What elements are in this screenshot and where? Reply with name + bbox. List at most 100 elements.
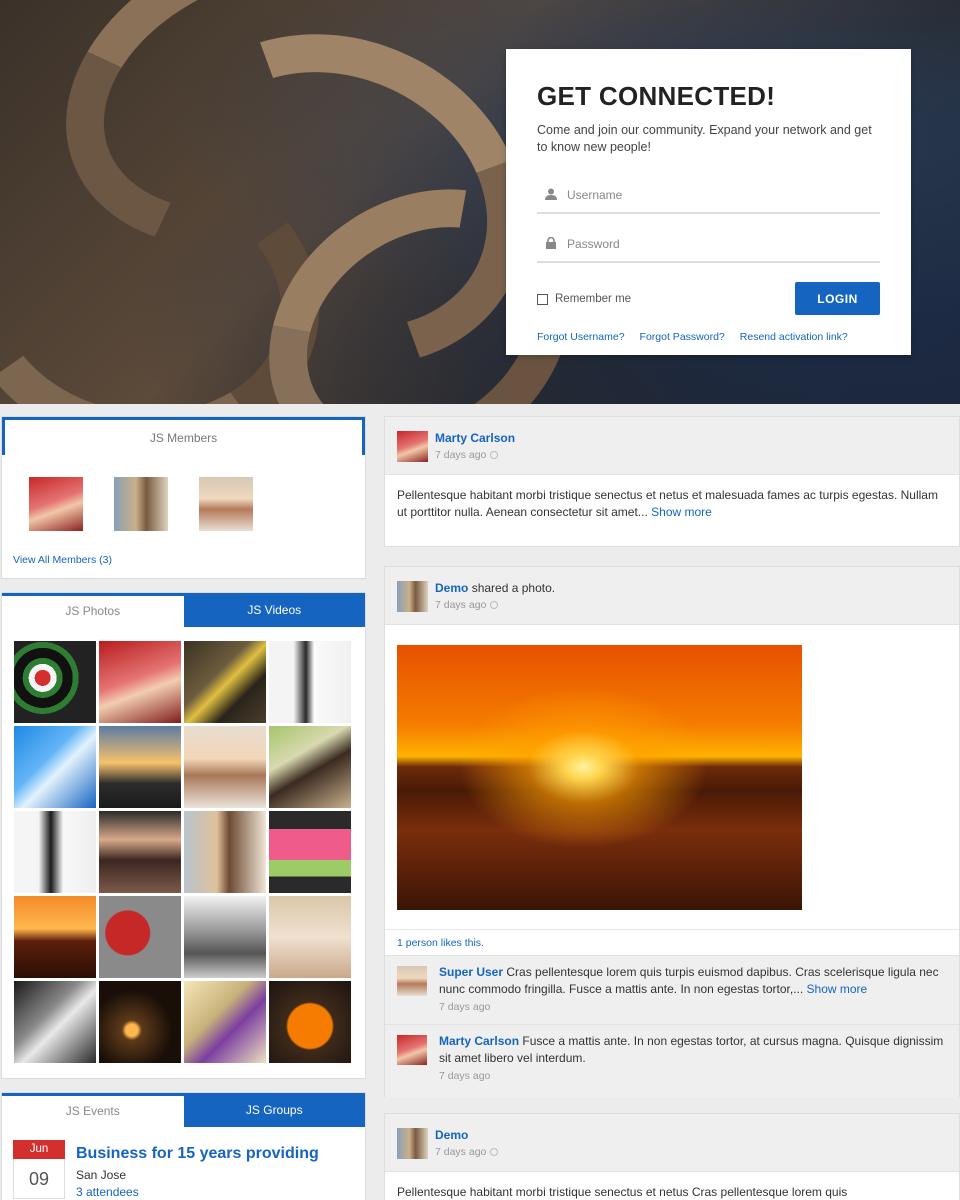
avatar[interactable] [29,477,83,531]
photo-thumbnail[interactable] [99,896,181,978]
comment-text: Super User Cras pellentesque lorem quis … [439,964,949,1016]
avatar[interactable] [397,431,428,462]
photo-thumbnail[interactable] [184,726,266,808]
login-intro: Come and join our community. Expand your… [537,123,872,154]
resend-activation-link[interactable]: Resend activation link? [740,331,848,343]
post-body: Pellentesque habitant morbi tristique se… [385,475,959,533]
lock-icon [546,237,556,249]
author-link[interactable]: Demo [435,581,468,595]
photo-thumbnail[interactable] [99,726,181,808]
photo-thumbnail[interactable] [184,896,266,978]
media-tabs: JS Photos JS Videos [2,593,365,627]
comment-author-link[interactable]: Marty Carlson [439,1034,519,1048]
event-month: Jun [13,1140,65,1159]
avatar[interactable] [114,477,168,531]
forgot-password-link[interactable]: Forgot Password? [640,331,725,343]
username-field [537,178,880,214]
login-actions: Remember me LOGIN [537,282,880,316]
user-icon [545,188,557,200]
view-all-members-link[interactable]: View All Members (3) [13,554,112,566]
photo-thumbnail[interactable] [99,641,181,723]
post-action: shared a photo. [471,581,556,595]
avatar[interactable] [397,1128,428,1159]
author-link[interactable]: Demo [435,1128,468,1142]
show-more-link[interactable]: Show more [651,505,712,519]
login-box: GET CONNECTED! Come and join our communi… [506,49,911,355]
tab-events[interactable]: JS Events [2,1093,184,1127]
remember-checkbox[interactable] [537,293,548,305]
username-input[interactable] [567,182,867,208]
photo-thumbnail[interactable] [99,811,181,893]
post-header: Demo 7 days ago [385,1114,959,1172]
activity-post: Demo shared a photo. 7 days ago 1 person… [384,566,960,1097]
comment-time: 7 days ago [439,1001,491,1013]
photo-thumbnail[interactable] [184,811,266,893]
post-text: Pellentesque habitant morbi tristique se… [397,1185,848,1199]
tab-photos[interactable]: JS Photos [2,593,184,627]
remember-me[interactable]: Remember me [537,293,631,305]
avatar[interactable] [397,581,428,612]
show-more-link[interactable]: Show more [807,982,868,996]
activity-post: Marty Carlson 7 days ago Pellentesque ha… [384,416,960,547]
members-header: JS Members [2,417,365,455]
post-time: 7 days ago [435,599,499,611]
tab-videos[interactable]: JS Videos [183,593,365,627]
event-location: San Jose [76,1168,127,1182]
login-button[interactable]: LOGIN [795,282,880,315]
password-field [537,227,880,263]
photos-panel: JS Photos JS Videos [1,592,366,1079]
event-day: 09 [13,1159,65,1199]
post-time-text: 7 days ago [435,1146,487,1158]
shared-photo[interactable] [397,645,802,910]
comment-time: 7 days ago [439,1070,491,1082]
photo-thumbnail[interactable] [269,641,351,723]
photo-thumbnail[interactable] [14,726,96,808]
photo-thumbnail[interactable] [269,811,351,893]
remember-label: Remember me [555,293,632,305]
post-time-text: 7 days ago [435,449,487,461]
login-title: GET CONNECTED! [537,81,776,111]
globe-icon [490,1148,499,1156]
avatar[interactable] [397,1035,427,1065]
event-title[interactable]: Business for 15 years providing [76,1145,319,1163]
photo-thumbnail[interactable] [269,981,351,1063]
event-attendees[interactable]: 3 attendees [76,1185,139,1199]
members-panel: JS Members View All Members (3) [1,416,366,579]
photo-thumbnail[interactable] [14,896,96,978]
event-date: Jun 09 [13,1140,65,1199]
photo-thumbnail[interactable] [269,726,351,808]
forgot-username-link[interactable]: Forgot Username? [537,331,625,343]
avatar[interactable] [199,477,253,531]
photo-grid [14,641,356,1063]
post-time: 7 days ago [435,449,499,461]
login-links: Forgot Username? Forgot Password? Resend… [537,331,880,343]
comment: Super User Cras pellentesque lorem quis … [385,955,959,1024]
photo-thumbnail[interactable] [99,981,181,1063]
photo-thumbnail[interactable] [184,981,266,1063]
avatar[interactable] [397,966,427,996]
activity-post: Demo 7 days ago Pellentesque habitant mo… [384,1113,960,1200]
events-tabs: JS Events JS Groups [2,1093,365,1127]
post-time-text: 7 days ago [435,599,487,611]
post-body: Pellentesque habitant morbi tristique se… [385,1172,959,1200]
comment-text: Marty Carlson Fusce a mattis ante. In no… [439,1033,949,1085]
post-author: Marty Carlson [435,431,515,445]
post-header: Marty Carlson 7 days ago [385,417,959,475]
likes-count[interactable]: 1 person likes this. [385,929,959,955]
author-link[interactable]: Marty Carlson [435,431,515,445]
photo-thumbnail[interactable] [14,641,96,723]
photo-thumbnail[interactable] [269,896,351,978]
post-author: Demo shared a photo. [435,581,555,595]
members-avatars [2,455,365,535]
photo-thumbnail[interactable] [14,981,96,1063]
globe-icon [490,601,499,609]
password-input[interactable] [567,231,867,257]
photo-thumbnail[interactable] [14,811,96,893]
photo-thumbnail[interactable] [184,641,266,723]
tab-groups[interactable]: JS Groups [183,1093,365,1127]
post-time: 7 days ago [435,1146,499,1158]
comment: Marty Carlson Fusce a mattis ante. In no… [385,1024,959,1097]
post-author: Demo [435,1128,468,1142]
post-header: Demo shared a photo. 7 days ago [385,567,959,625]
comment-author-link[interactable]: Super User [439,965,503,979]
